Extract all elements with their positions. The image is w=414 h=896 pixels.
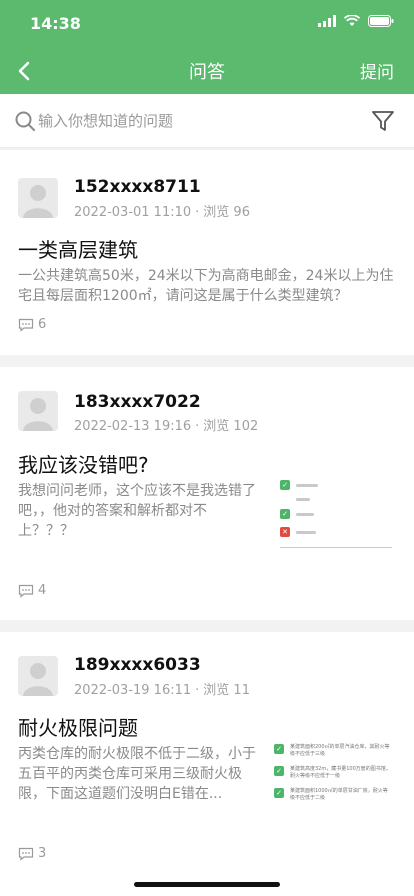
comment-icon <box>18 584 34 598</box>
question-card[interactable]: 189xxxx6033 2022-03-19 16:11 · 浏览 11 耐火极限问… <box>0 632 414 896</box>
post-meta: 2022-02-13 19:16 · 浏览 102 <box>74 419 259 434</box>
question-image[interactable]: ✓ ✓ ✕ <box>280 480 392 564</box>
option-row: ✓ <box>280 509 392 519</box>
question-title: 一类高层建筑 <box>18 238 138 262</box>
avatar <box>18 656 58 696</box>
post-date: 2022-02-13 19:16 <box>74 419 192 434</box>
comment-icon <box>18 847 34 861</box>
question-body: 丙类仓库的耐火极限不低于二级，小于五百平的丙类仓库可采用三级耐火极限，下面这道题… <box>18 746 256 802</box>
ask-question-button[interactable]: 提问 <box>360 58 394 83</box>
status-bar: 14:38 <box>0 0 414 46</box>
post-date: 2022-03-19 16:11 <box>74 683 192 698</box>
option-text: 某建筑面积200㎡的单层汽油仓库，其耐火等级不应低于三级 <box>290 744 390 757</box>
view-count: 浏览 96 <box>203 205 250 220</box>
question-body: 我想问问老师，这个应该不是我选错了吧，，他对的答案和解析都对不上？？？ <box>18 483 256 539</box>
option-text: 某建筑面积1000㎡的单层甘油厂房，耐火等级不应低于二级 <box>290 788 388 801</box>
user-name: 183xxxx7022 <box>74 392 201 412</box>
question-image[interactable]: ✓ 某建筑面积200㎡的单层汽油仓库，其耐火等级不应低于三级 ✓ 某建筑高度32m，… <box>274 744 392 810</box>
question-card[interactable]: 183xxxx7022 2022-02-13 19:16 · 浏览 102 我应该没… <box>0 367 414 620</box>
nav-bar: 问答 提问 <box>0 46 414 94</box>
question-body: 一公共建筑高50米，24米以下为高商电邮金，24米以上为住宅且每层面积1200㎡… <box>18 268 394 304</box>
comment-count-label: 3 <box>38 846 47 861</box>
avatar <box>18 178 58 218</box>
post-meta: 2022-03-01 11:10 · 浏览 96 <box>74 205 250 220</box>
home-indicator <box>134 882 280 887</box>
option-text: 某建筑高度32m，藏书量100万册的图书馆，耐火等级不应低于一级 <box>290 766 391 779</box>
avatar <box>18 391 58 431</box>
option-row: ✓ <box>280 480 392 490</box>
comment-count[interactable]: 6 <box>18 317 46 332</box>
page-title: 问答 <box>189 62 225 83</box>
filter-icon[interactable] <box>370 108 396 134</box>
view-count: 浏览 11 <box>203 683 250 698</box>
user-name: 189xxxx6033 <box>74 655 201 675</box>
option-row: ✓ 某建筑高度32m，藏书量100万册的图书馆，耐火等级不应低于一级 <box>274 766 392 780</box>
comment-count[interactable]: 4 <box>18 583 46 598</box>
user-name: 152xxxx8711 <box>74 177 201 197</box>
wifi-icon <box>344 15 360 26</box>
option-row: ✕ <box>280 527 392 537</box>
option-row: ✓ 某建筑面积1000㎡的单层甘油厂房，耐火等级不应低于二级 <box>274 788 392 802</box>
search-icon <box>15 111 35 131</box>
signal-icon <box>318 15 336 27</box>
status-time: 14:38 <box>30 14 81 33</box>
question-card[interactable]: 152xxxx8711 2022-03-01 11:10 · 浏览 96 一类高层建… <box>0 150 414 355</box>
comment-count[interactable]: 3 <box>18 846 46 861</box>
comment-count-label: 4 <box>38 583 47 598</box>
search-input[interactable] <box>38 108 348 134</box>
search-bar <box>0 94 414 148</box>
option-row <box>280 498 392 501</box>
option-row: ✓ 某建筑面积200㎡的单层汽油仓库，其耐火等级不应低于三级 <box>274 744 392 758</box>
avatar-placeholder-icon <box>23 185 53 218</box>
comment-count-label: 6 <box>38 317 47 332</box>
question-title: 耐火极限问题 <box>18 716 138 740</box>
status-icons <box>318 15 394 27</box>
comment-icon <box>18 318 34 332</box>
question-title: 我应该没错吧? <box>18 453 149 477</box>
battery-icon <box>368 15 394 27</box>
view-count: 浏览 102 <box>203 419 259 434</box>
post-date: 2022-03-01 11:10 <box>74 205 192 220</box>
post-meta: 2022-03-19 16:11 · 浏览 11 <box>74 683 250 698</box>
avatar-placeholder-icon <box>23 398 53 431</box>
avatar-placeholder-icon <box>23 663 53 696</box>
